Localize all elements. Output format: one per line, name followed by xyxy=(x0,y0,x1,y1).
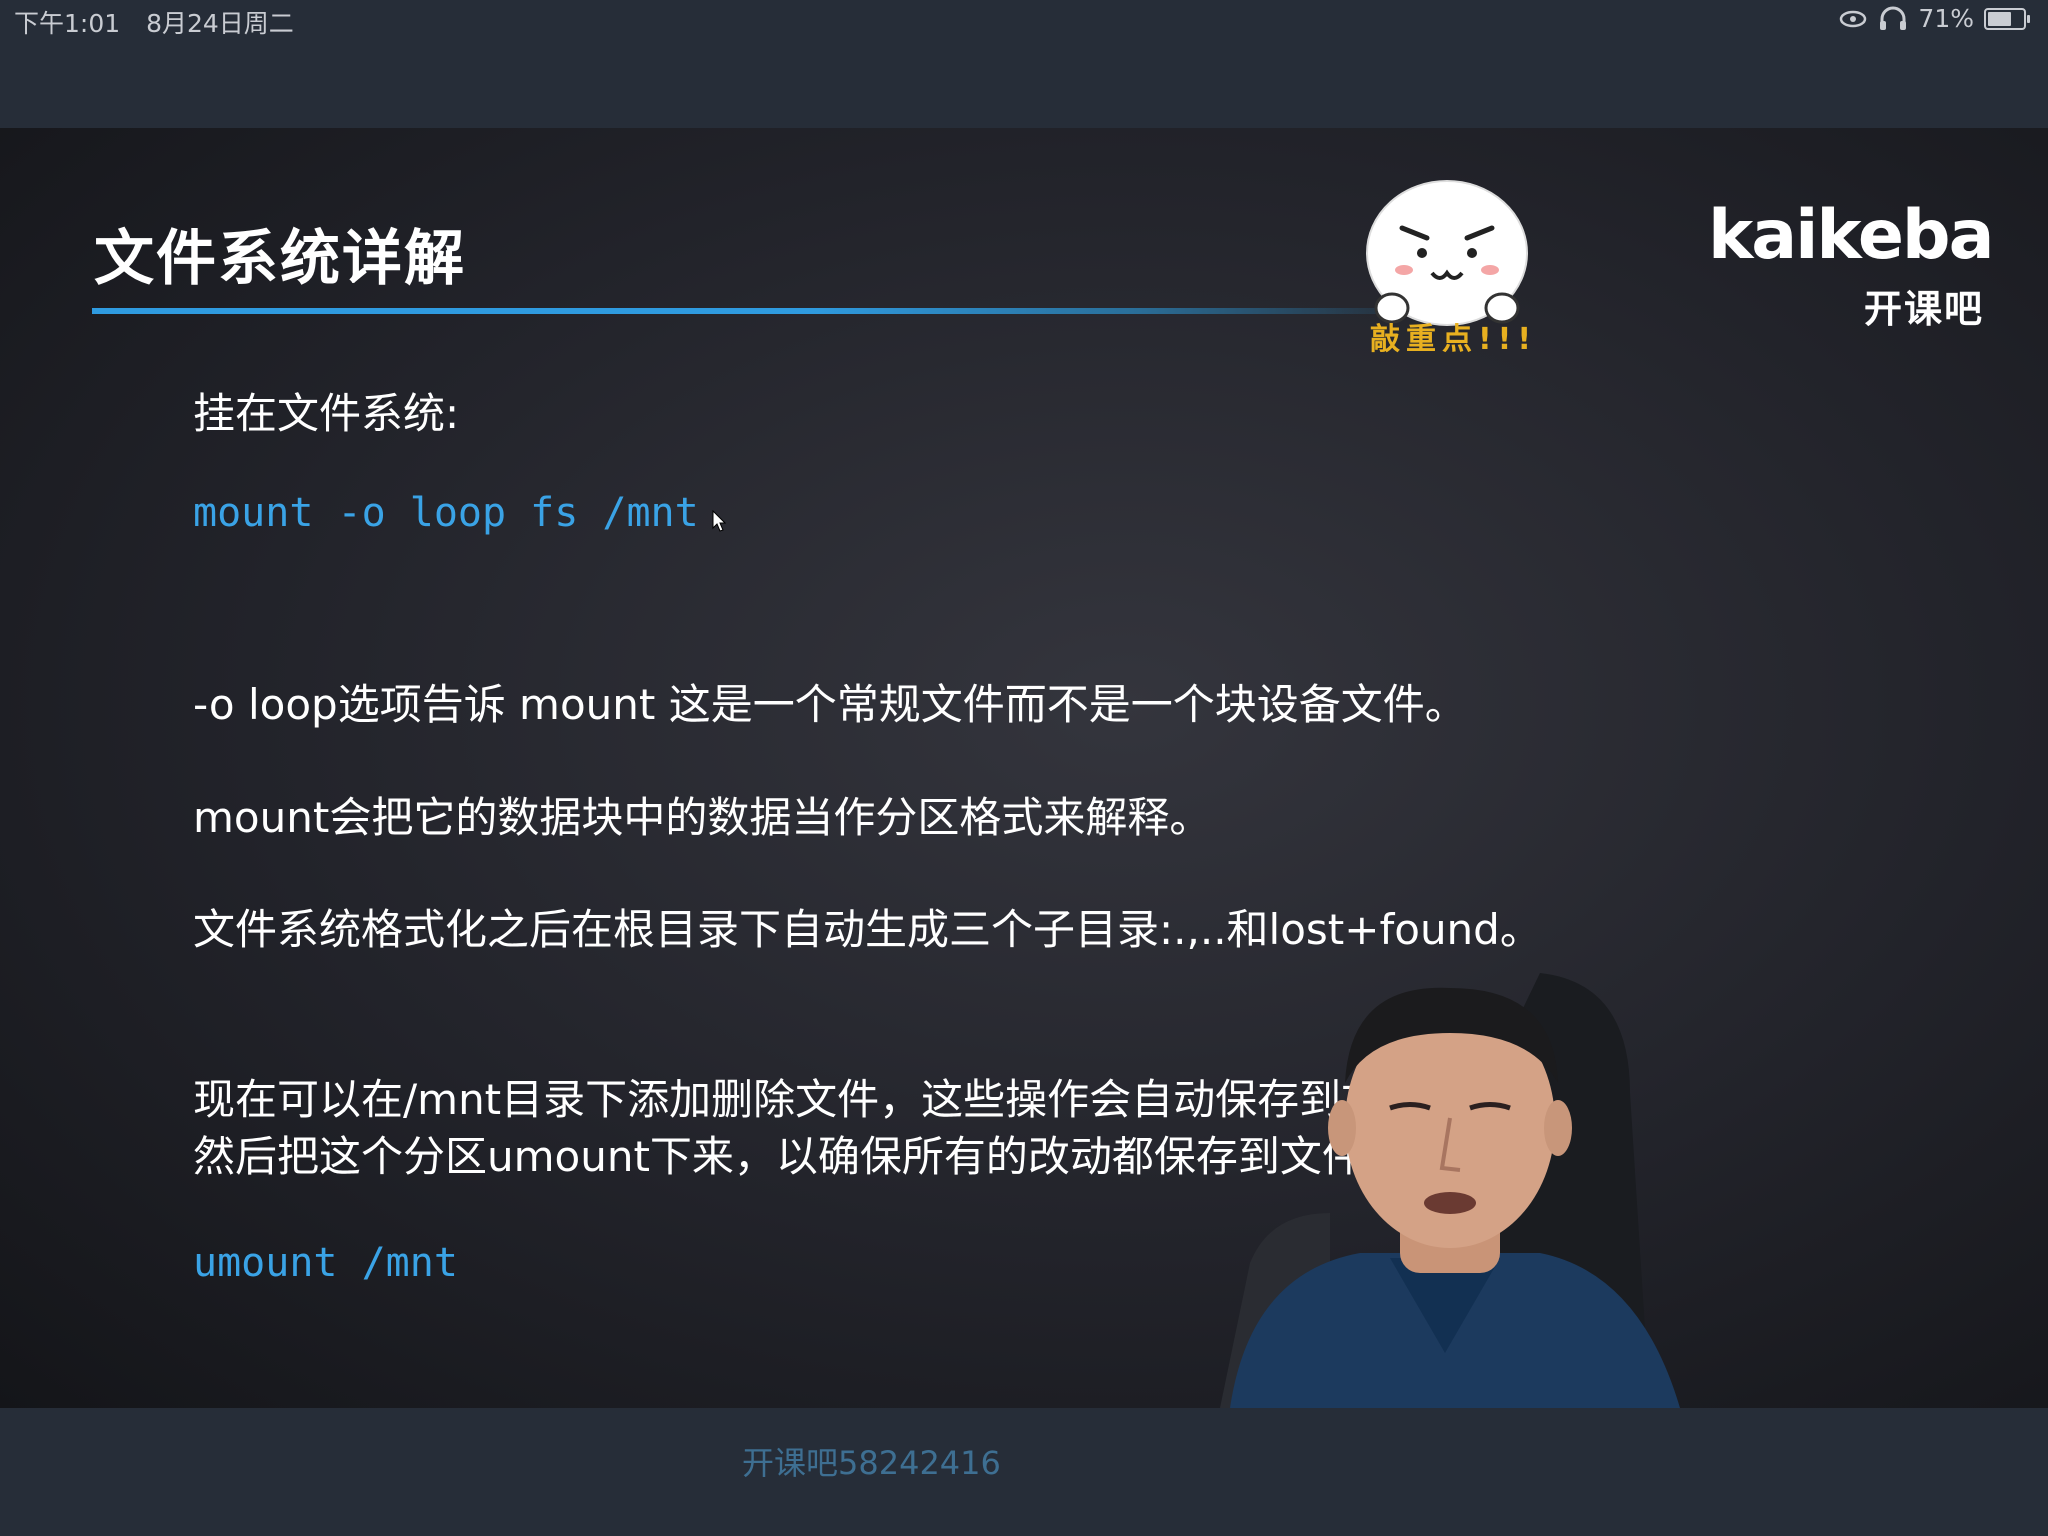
bottom-bar: 开课吧58242416 xyxy=(0,1408,2048,1536)
presenter-video-feed xyxy=(1220,973,1680,1408)
status-bar: 下午1:01 8月24日周二 71% xyxy=(0,0,2048,128)
slide-code-mount: mount -o loop fs /mnt xyxy=(193,490,699,536)
video-player[interactable]: 文件系统详解 敲重点!!! kaikeba 开课吧 挂在文件系统: mount … xyxy=(0,128,2048,1408)
watermark-text: 开课吧58242416 xyxy=(742,1444,1001,1482)
screen-mirror-icon xyxy=(1840,10,1867,27)
sticker-caption: 敲重点!!! xyxy=(1370,322,1538,357)
slide-title: 文件系统详解 xyxy=(94,224,466,294)
logo-wordmark: kaikeba xyxy=(1708,196,1994,275)
headphones-icon xyxy=(1880,6,1907,30)
slide-line-heading: 挂在文件系统: xyxy=(193,389,460,438)
kaikeba-logo: kaikeba 开课吧 xyxy=(1708,196,1994,331)
status-time: 下午1:01 xyxy=(14,9,121,38)
status-left: 下午1:01 8月24日周二 xyxy=(14,4,312,40)
slide-line-loop: -o loop选项告诉 mount 这是一个常规文件而不是一个块设备文件。 xyxy=(193,680,1467,729)
status-date: 8月24日周二 xyxy=(146,9,294,38)
slide-line-mount-explain: mount会把它的数据块中的数据当作分区格式来解释。 xyxy=(193,793,1212,842)
mouse-cursor-icon xyxy=(712,510,726,532)
title-underline xyxy=(92,308,1392,314)
logo-chinese: 开课吧 xyxy=(1863,287,1984,331)
battery-percent: 71% xyxy=(1918,4,1974,33)
battery-icon xyxy=(1984,7,2030,30)
slide-code-umount: umount /mnt xyxy=(193,1240,458,1286)
status-right: 71% xyxy=(1838,4,2030,33)
